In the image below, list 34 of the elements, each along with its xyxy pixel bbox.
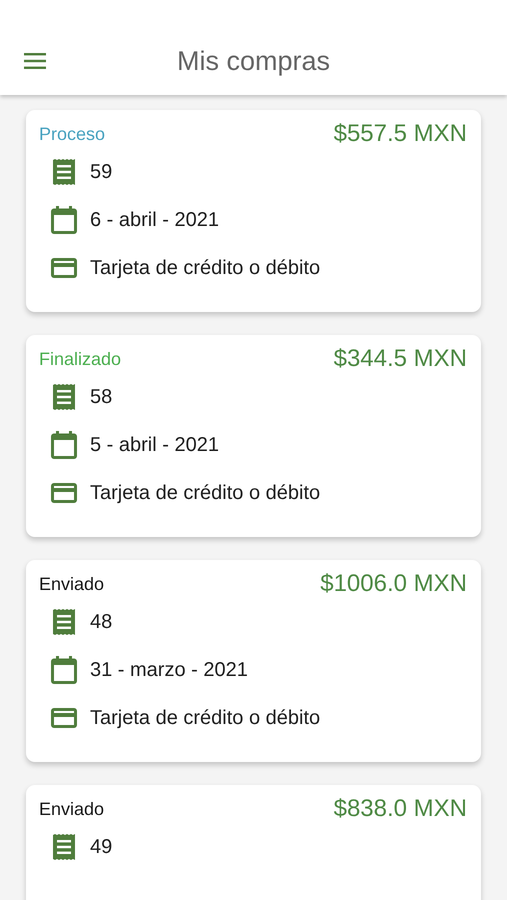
calendar-icon — [51, 206, 77, 234]
order-card[interactable]: Finalizado $344.5 MXN 58 5 - abril - 2021 Tarjeta de crédito o débito — [26, 335, 481, 537]
receipt-icon — [51, 159, 77, 185]
credit-card-icon — [51, 258, 77, 278]
order-status: Proceso — [39, 124, 106, 144]
credit-card-icon — [51, 708, 77, 728]
order-date: 6 - abril - 2021 — [90, 208, 219, 232]
payment-method: Tarjeta de crédito o débito — [90, 706, 320, 730]
order-date: 5 - abril - 2021 — [90, 434, 219, 456]
menu-icon[interactable] — [24, 53, 46, 69]
order-card[interactable]: Enviado $838.0 MXN 49 — [26, 785, 481, 900]
screen-title: Mis compras — [176, 46, 330, 77]
calendar-icon — [51, 431, 77, 459]
order-card[interactable]: Enviado $1006.0 MXN 48 31 - marzo - 2021 Tarjeta de crédito o débito — [26, 560, 481, 762]
receipt-icon — [51, 384, 77, 410]
order-total: $344.5 MXN — [334, 345, 467, 373]
order-card[interactable]: Proceso $557.5 MXN 59 6 - abril - 2021 Tarjeta de crédito o débito — [26, 110, 481, 312]
order-total: $838.0 MXN — [334, 795, 467, 823]
order-status: Finalizado — [39, 348, 122, 370]
order-status: Enviado — [39, 574, 104, 594]
order-date: 31 - marzo - 2021 — [90, 658, 248, 682]
calendar-icon — [51, 656, 77, 684]
credit-card-icon — [51, 483, 77, 503]
receipt-icon — [51, 609, 77, 635]
order-number: 58 — [90, 386, 112, 408]
payment-method: Tarjeta de crédito o débito — [90, 256, 320, 280]
order-status: Enviado — [39, 798, 104, 820]
order-number: 59 — [90, 160, 112, 184]
order-number: 48 — [90, 610, 112, 634]
order-total: $1006.0 MXN — [320, 570, 467, 598]
order-number: 49 — [90, 836, 112, 858]
order-total: $557.5 MXN — [334, 120, 467, 148]
receipt-icon — [51, 834, 77, 860]
payment-method: Tarjeta de crédito o débito — [90, 482, 320, 504]
